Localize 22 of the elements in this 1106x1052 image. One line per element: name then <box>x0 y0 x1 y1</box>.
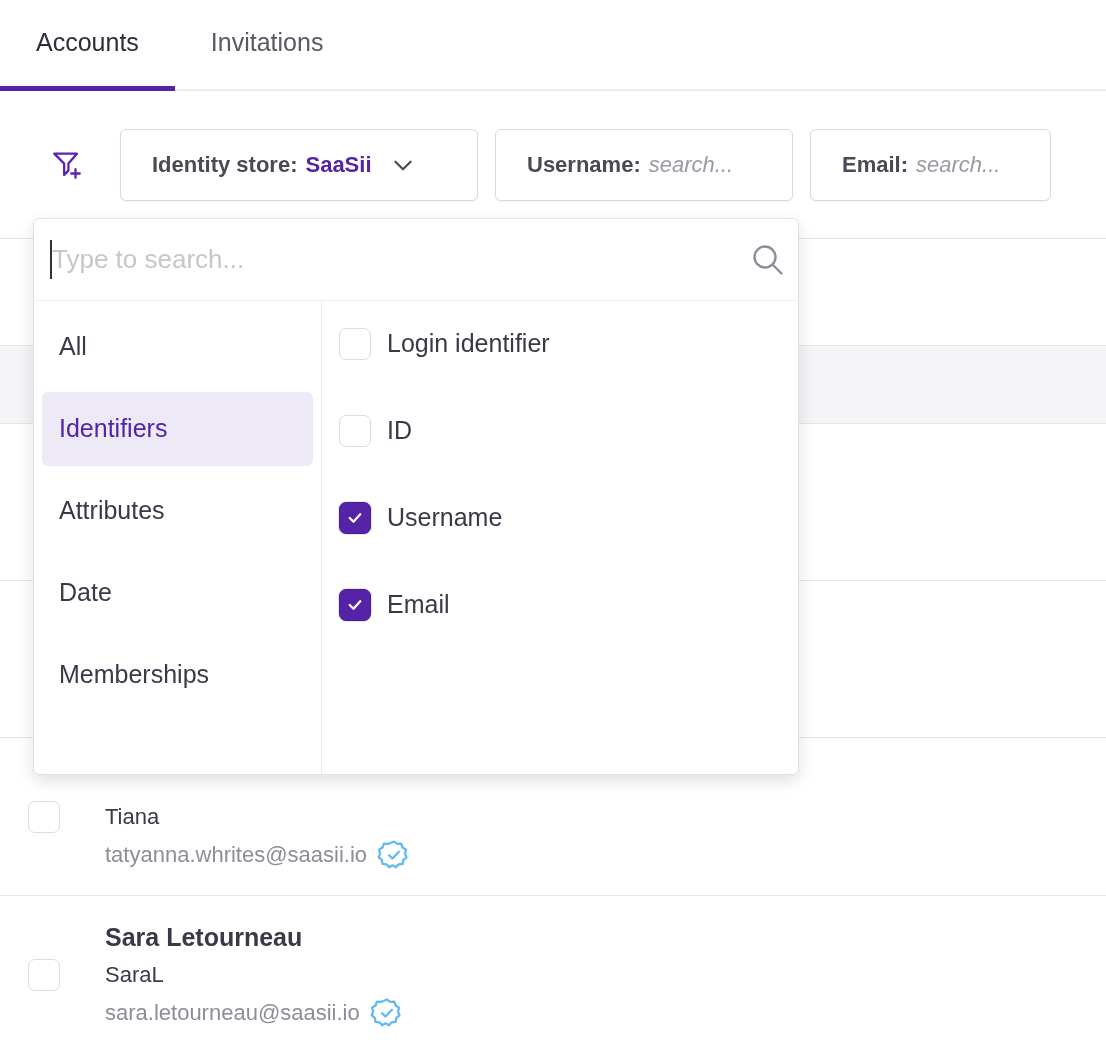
option-label: Login identifier <box>387 328 550 360</box>
category-item[interactable]: Attributes <box>42 474 313 548</box>
category-item[interactable]: Memberships <box>42 638 313 712</box>
account-username: SaraL <box>105 960 165 989</box>
account-username: Tiana <box>105 802 161 831</box>
category-item[interactable]: Identifiers <box>42 392 313 466</box>
search-filter[interactable]: Email: search... <box>810 128 1051 201</box>
identity-store-dropdown[interactable]: Identity store: SaaSii <box>120 128 478 201</box>
category-item[interactable]: Date <box>42 556 313 630</box>
search-filter[interactable]: Username: search... <box>495 128 793 201</box>
search-field[interactable]: Type to search... <box>50 240 750 279</box>
checkbox[interactable] <box>339 589 371 621</box>
category-item[interactable]: All <box>42 310 313 384</box>
checkbox[interactable] <box>339 502 371 534</box>
account-name: Sara Letourneau <box>105 921 304 953</box>
tab[interactable]: Invitations <box>174 0 360 91</box>
option-label: Email <box>387 589 450 621</box>
option-label: Username <box>387 502 503 534</box>
account-email: tatyanna.whrites@saasii.io <box>105 840 367 869</box>
tab[interactable]: Accounts <box>0 0 175 91</box>
account-email: sara.letourneau@saasii.io <box>105 998 360 1027</box>
option-label: ID <box>387 415 412 447</box>
